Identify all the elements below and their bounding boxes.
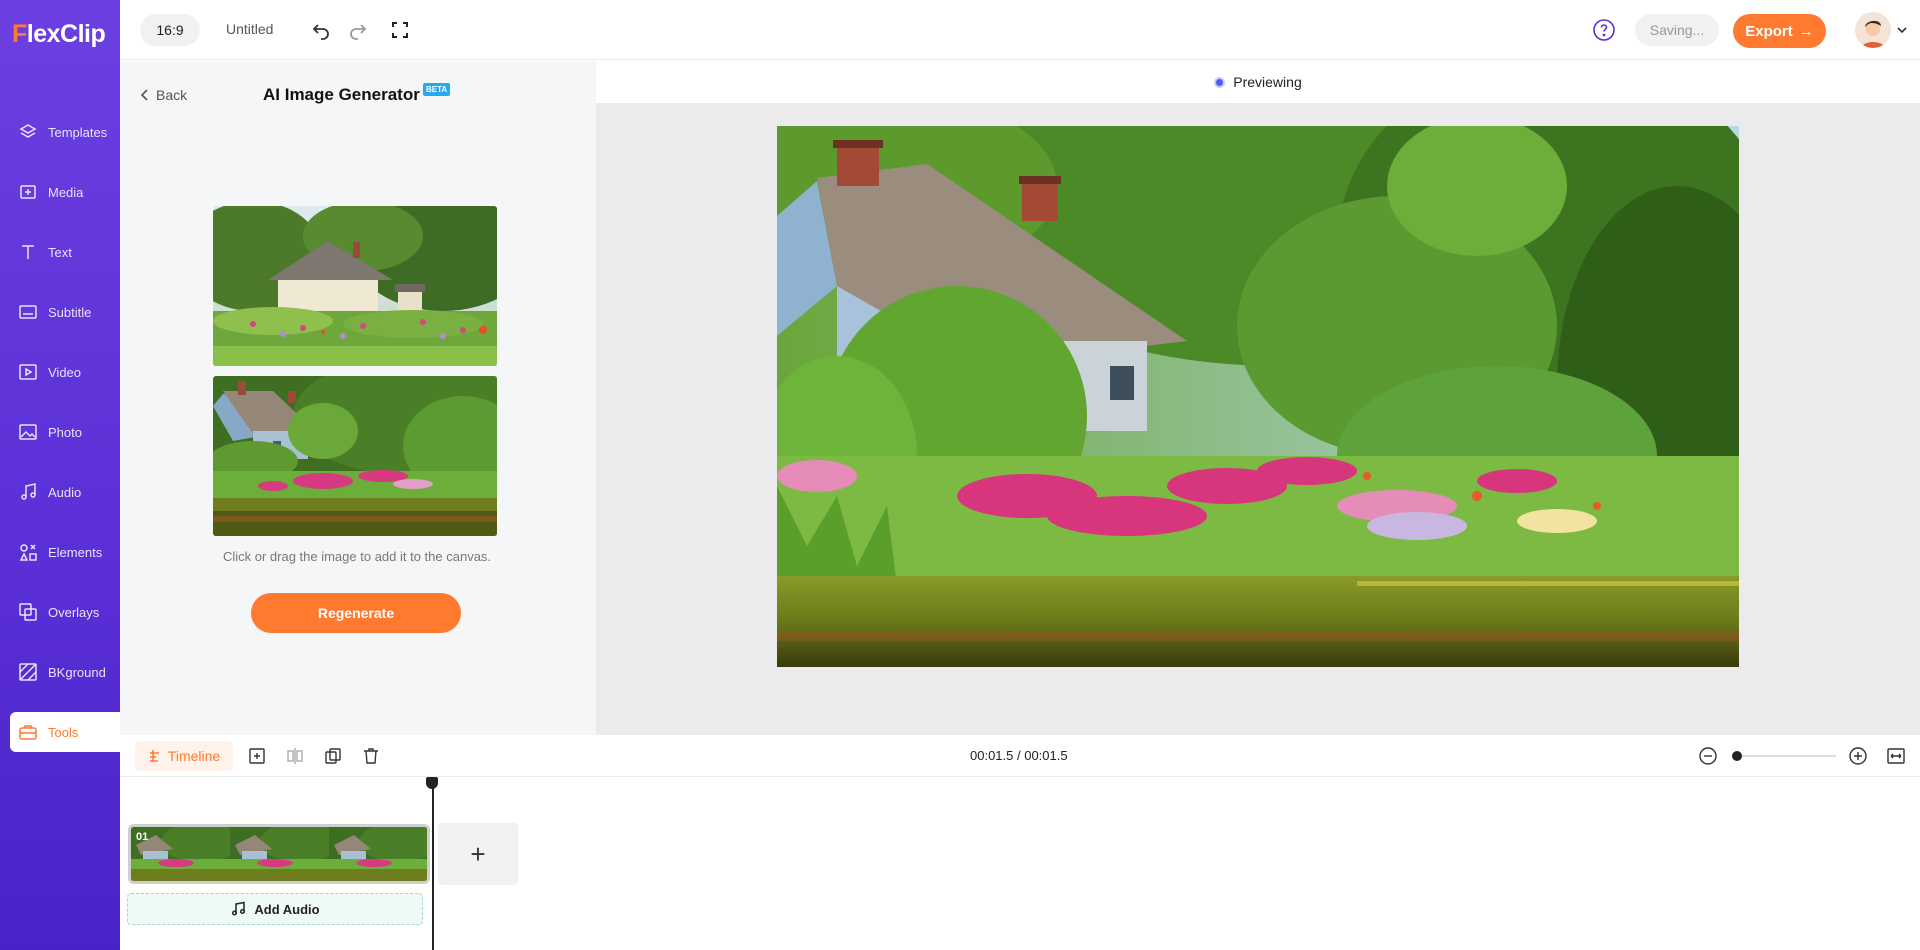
top-bar: 16:9 Untitled Saving... Export → [120,0,1920,60]
clip-number: 01 [136,831,149,843]
aspect-ratio-button[interactable]: 16:9 [140,14,200,46]
timeline-icon [149,750,159,762]
timeline-label: Timeline [167,748,221,764]
sidebar-item-label: Overlays [48,604,100,620]
export-label: Export [1745,22,1793,40]
layers-icon [19,124,37,138]
back-label: Back [156,87,188,103]
overlay-icon [19,603,37,621]
cottage-pond-image-thumbnail [213,376,497,536]
sidebar-item-label: Photo [48,424,82,440]
redo-icon [350,24,367,40]
sidebar-item-templates[interactable]: Templates [10,112,120,152]
sidebar-item-label: Media [48,184,84,200]
sidebar-item-label: BKground [48,664,106,680]
add-scene-button[interactable]: + [438,823,518,885]
sidebar: FlexClip Templates Media Text Subtitle V… [0,0,120,950]
cottage-image-thumbnail [213,206,497,366]
zoom-out-icon[interactable] [1698,746,1718,766]
preview-status: Previewing [1233,74,1302,90]
background-icon [19,663,37,681]
fullscreen-icon [392,22,408,38]
add-scene-icon[interactable] [247,746,267,766]
sidebar-item-label: Tools [48,724,79,740]
playhead-handle[interactable] [426,777,438,789]
beta-badge: BETA [423,83,451,96]
fit-timeline-icon[interactable] [1886,746,1906,766]
canvas-stage [596,103,1920,735]
sidebar-item-elements[interactable]: Elements [10,532,120,572]
playhead[interactable] [432,777,434,950]
timecode: 00:01.5 / 00:01.5 [970,748,1068,763]
sidebar-item-audio[interactable]: Audio [10,472,120,512]
image-icon [19,424,37,440]
redo-button[interactable] [346,18,370,42]
ai-image-generator-panel: Back AI Image Generator BETA Click or dr… [120,61,596,735]
previewing-indicator-icon [1214,76,1226,88]
sidebar-item-tools[interactable]: Tools [10,712,120,752]
trash-icon[interactable] [361,746,381,766]
split-icon[interactable] [285,746,305,766]
music-icon [21,483,36,500]
user-avatar-icon [1855,12,1891,48]
saving-status: Saving... [1635,14,1719,46]
timeline-tracks: 01 + Add Audio [120,777,1920,950]
regenerate-button[interactable]: Regenerate [251,593,461,633]
music-note-icon [232,901,246,916]
project-name[interactable]: Untitled [226,21,273,37]
folder-plus-icon [20,185,36,199]
add-audio-label: Add Audio [254,901,320,917]
logo-text: lexClip [26,20,106,48]
drag-hint-text: Click or drag the image to add it to the… [222,549,492,564]
sidebar-item-overlays[interactable]: Overlays [10,592,120,632]
sidebar-item-label: Templates [48,124,108,140]
generated-image-2[interactable] [213,376,497,536]
sidebar-item-label: Text [48,244,72,260]
back-button[interactable]: Back [140,87,187,103]
generated-image-1[interactable] [213,206,497,366]
video-canvas[interactable] [777,126,1739,667]
sidebar-item-subtitle[interactable]: Subtitle [10,292,120,332]
sidebar-item-video[interactable]: Video [10,352,120,392]
add-audio-button[interactable]: Add Audio [127,893,423,925]
sidebar-item-label: Audio [48,484,82,500]
sidebar-item-label: Video [48,364,82,380]
sidebar-item-photo[interactable]: Photo [10,412,120,452]
duplicate-icon[interactable] [323,746,343,766]
timeline-toolbar: Timeline 00:01.5 / 00:01.5 [120,735,1920,777]
zoom-in-icon[interactable] [1848,746,1868,766]
subtitle-icon [19,305,37,319]
slider-knob[interactable] [1732,751,1742,761]
text-icon [22,245,34,259]
sidebar-item-bkground[interactable]: BKground [10,652,120,692]
logo-mark: F [12,20,27,48]
avatar[interactable] [1855,12,1891,48]
help-icon [1593,19,1615,41]
undo-icon [312,24,329,40]
flexclip-logo[interactable]: FlexClip [12,20,106,49]
scene-clip[interactable]: 01 [128,824,430,884]
undo-button[interactable] [309,18,333,42]
toolbox-icon [19,725,37,740]
cottage-pond-scene-image [777,126,1739,667]
panel-title: AI Image Generator [263,85,420,104]
video-icon [19,364,37,380]
help-button[interactable] [1592,18,1616,42]
sidebar-item-text[interactable]: Text [10,232,120,272]
sidebar-item-label: Elements [48,544,103,560]
arrow-right-icon: → [1798,22,1814,40]
shapes-icon [19,544,37,561]
export-button[interactable]: Export → [1733,14,1826,48]
fullscreen-button[interactable] [388,18,412,42]
timeline-zoom-slider[interactable] [1732,751,1836,761]
chevron-down-icon[interactable] [1896,24,1908,36]
timeline-toggle-button[interactable]: Timeline [135,741,233,771]
sidebar-item-label: Subtitle [48,304,92,320]
sidebar-item-media[interactable]: Media [10,172,120,212]
clip-filmstrip-thumbnails [131,827,427,881]
chevron-left-icon [140,89,148,101]
preview-status-bar: Previewing [596,61,1920,103]
